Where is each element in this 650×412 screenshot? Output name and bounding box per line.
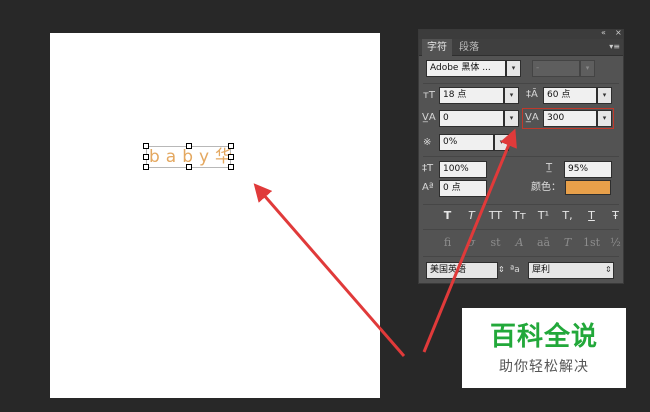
arrow-to-text-layer — [253, 183, 406, 357]
watermark-logo: 百科全说 助你轻松解决 — [462, 308, 626, 388]
watermark-title: 百科全说 — [489, 322, 598, 352]
watermark-subtitle: 助你轻松解决 — [499, 359, 589, 375]
